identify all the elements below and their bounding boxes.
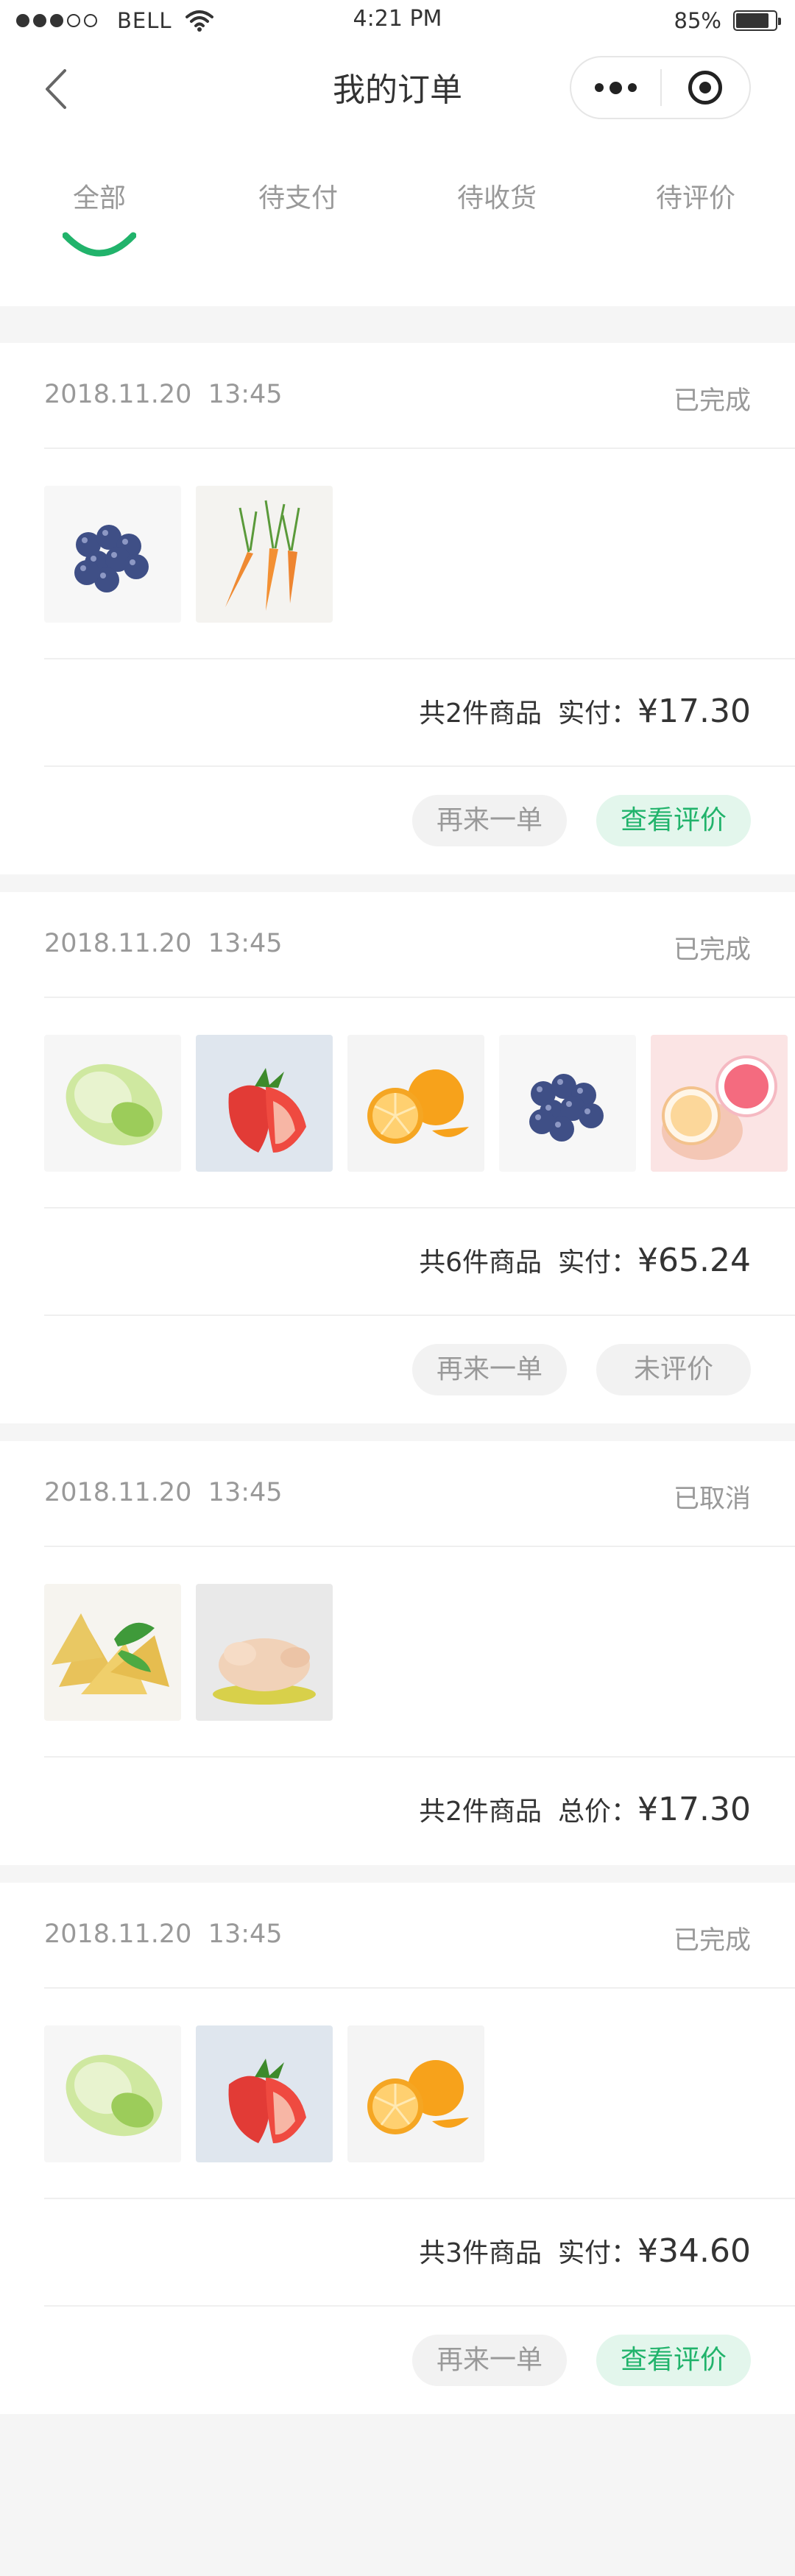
order-product-images[interactable] bbox=[44, 1547, 795, 1758]
item-count: 共6件商品 bbox=[419, 1248, 543, 1278]
order-datetime: 2018.11.20 13:45 bbox=[44, 1478, 283, 1507]
product-thumbnail-cabbage[interactable] bbox=[44, 1035, 181, 1172]
order-product-images[interactable] bbox=[44, 998, 795, 1209]
chicken-image bbox=[196, 1584, 333, 1721]
order-status: 已完成 bbox=[673, 1926, 751, 1956]
order-summary: 共3件商品 实付： ¥34.60 bbox=[44, 2199, 795, 2307]
product-thumbnail-chicken[interactable] bbox=[196, 1584, 333, 1721]
blueberries-image bbox=[499, 1035, 636, 1172]
order-status: 已完成 bbox=[673, 935, 751, 965]
order-card[interactable]: 2018.11.20 13:45 已完成 共3件商品 实付： ¥34.60 再来… bbox=[0, 1883, 795, 2414]
order-card[interactable]: 2018.11.20 13:45 已完成 共2件商品 实付： ¥17.30 再来… bbox=[0, 343, 795, 874]
strawberry-image bbox=[196, 2025, 333, 2162]
order-summary: 共6件商品 实付： ¥65.24 bbox=[44, 1209, 795, 1316]
tab-pending-review[interactable]: 待评价 bbox=[596, 177, 795, 215]
chips-image bbox=[44, 1584, 181, 1721]
carrots-image bbox=[196, 486, 333, 623]
order-header: 2018.11.20 13:45 已完成 bbox=[44, 892, 795, 998]
order-price: ¥65.24 bbox=[637, 1242, 751, 1279]
order-datetime: 2018.11.20 13:45 bbox=[44, 1919, 283, 1949]
order-actions: 再来一单 未评价 bbox=[44, 1316, 795, 1423]
orange-image bbox=[347, 1035, 484, 1172]
not-reviewed-button[interactable]: 未评价 bbox=[596, 1344, 751, 1395]
navigation-bar: 我的订单 bbox=[0, 41, 795, 132]
product-thumbnail-orange[interactable] bbox=[347, 1035, 484, 1172]
order-status: 已完成 bbox=[673, 386, 751, 416]
order-datetime: 2018.11.20 13:45 bbox=[44, 380, 283, 409]
product-thumbnail-carrots[interactable] bbox=[196, 486, 333, 623]
battery-percent: 85% bbox=[674, 8, 721, 33]
product-thumbnail-orange[interactable] bbox=[347, 2025, 484, 2162]
order-price: ¥17.30 bbox=[637, 1791, 751, 1828]
close-target-icon[interactable] bbox=[662, 57, 749, 118]
price-label: 实付： bbox=[558, 698, 638, 729]
strawberry-image bbox=[196, 1035, 333, 1172]
jelly-cups-image bbox=[651, 1035, 788, 1172]
cabbage-image bbox=[44, 1035, 181, 1172]
order-status: 已取消 bbox=[673, 1485, 751, 1514]
order-summary: 共2件商品 总价： ¥17.30 bbox=[44, 1758, 795, 1865]
product-thumbnail-cabbage[interactable] bbox=[44, 2025, 181, 2162]
tab-pending-payment[interactable]: 待支付 bbox=[199, 177, 398, 215]
orange-image bbox=[347, 2025, 484, 2162]
product-thumbnail-strawberry[interactable] bbox=[196, 2025, 333, 2162]
order-card[interactable]: 2018.11.20 13:45 已取消 共2件商品 总价： ¥17.30 bbox=[0, 1441, 795, 1865]
blueberries-image bbox=[44, 486, 181, 623]
product-thumbnail-strawberry[interactable] bbox=[196, 1035, 333, 1172]
item-count: 共2件商品 bbox=[419, 698, 543, 729]
cabbage-image bbox=[44, 2025, 181, 2162]
tab-pending-receipt[interactable]: 待收货 bbox=[398, 177, 596, 215]
product-thumbnail-jelly-cups[interactable] bbox=[651, 1035, 788, 1172]
status-right: 85% bbox=[674, 6, 781, 35]
price-label: 总价： bbox=[558, 1797, 638, 1827]
order-price: ¥17.30 bbox=[637, 693, 751, 730]
tab-all[interactable]: 全部 bbox=[0, 177, 199, 215]
order-header: 2018.11.20 13:45 已完成 bbox=[44, 343, 795, 449]
order-header: 2018.11.20 13:45 已取消 bbox=[44, 1441, 795, 1547]
reorder-button[interactable]: 再来一单 bbox=[412, 1344, 567, 1395]
order-actions: 再来一单 查看评价 bbox=[44, 767, 795, 874]
order-card[interactable]: 2018.11.20 13:45 已完成 共6件商品 实付： ¥65.24 再来… bbox=[0, 892, 795, 1423]
order-product-images[interactable] bbox=[44, 1989, 795, 2199]
order-summary: 共2件商品 实付： ¥17.30 bbox=[44, 659, 795, 767]
product-thumbnail-chips[interactable] bbox=[44, 1584, 181, 1721]
mini-program-capsule bbox=[570, 56, 751, 119]
order-datetime: 2018.11.20 13:45 bbox=[44, 929, 283, 958]
reorder-button[interactable]: 再来一单 bbox=[412, 795, 567, 846]
view-review-button[interactable]: 查看评价 bbox=[596, 795, 751, 846]
active-tab-indicator bbox=[63, 232, 136, 257]
more-options-icon[interactable] bbox=[571, 57, 660, 118]
order-actions: 再来一单 查看评价 bbox=[44, 2307, 795, 2414]
item-count: 共2件商品 bbox=[419, 1797, 543, 1827]
product-thumbnail-blueberries[interactable] bbox=[499, 1035, 636, 1172]
item-count: 共3件商品 bbox=[419, 2238, 543, 2268]
order-price: ¥34.60 bbox=[637, 2232, 751, 2270]
price-label: 实付： bbox=[558, 2238, 638, 2268]
order-tabs: 全部 待支付 待收货 待评价 bbox=[0, 132, 795, 306]
price-label: 实付： bbox=[558, 1248, 638, 1278]
status-bar: BELL 4:21 PM 85% bbox=[0, 0, 795, 41]
order-header: 2018.11.20 13:45 已完成 bbox=[44, 1883, 795, 1989]
view-review-button[interactable]: 查看评价 bbox=[596, 2335, 751, 2386]
order-product-images[interactable] bbox=[44, 449, 795, 659]
battery-icon bbox=[733, 10, 781, 31]
reorder-button[interactable]: 再来一单 bbox=[412, 2335, 567, 2386]
product-thumbnail-blueberries[interactable] bbox=[44, 486, 181, 623]
